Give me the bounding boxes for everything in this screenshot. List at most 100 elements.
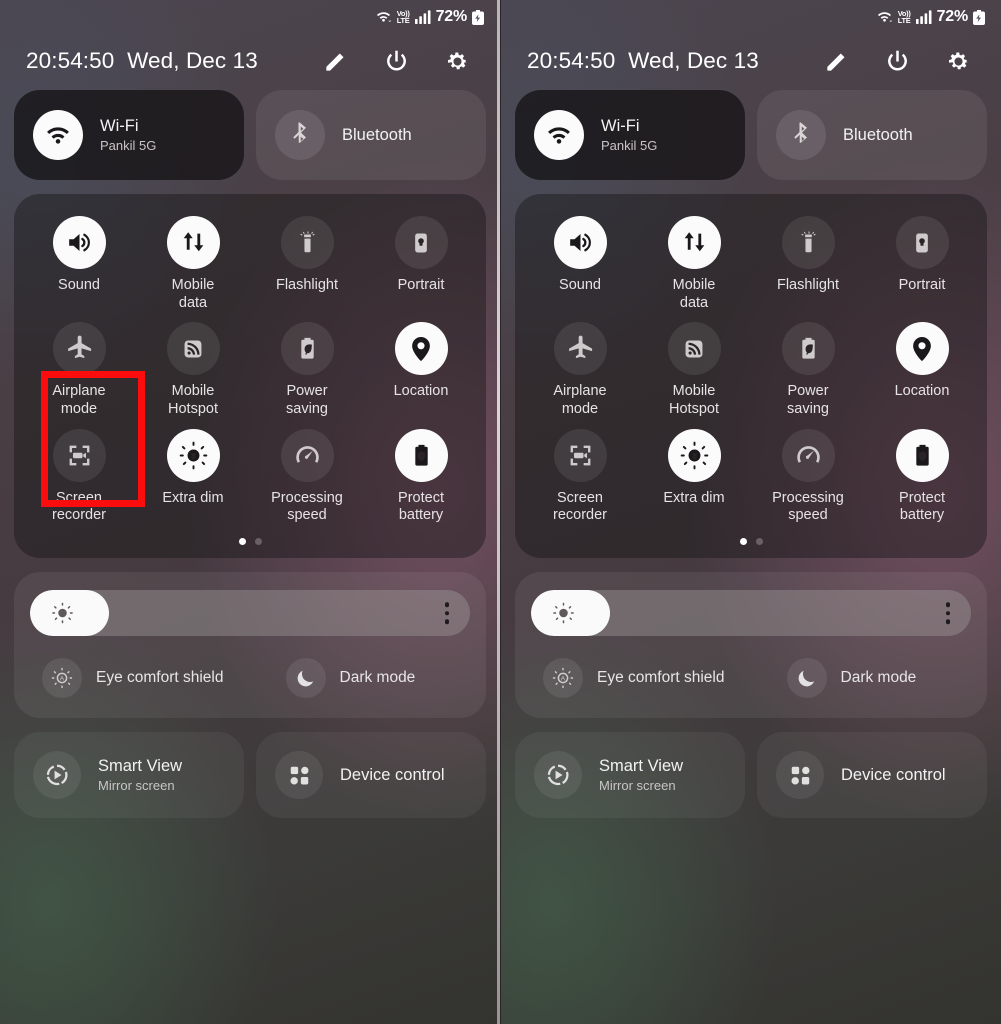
tile-extra-dim[interactable]: Extra dim: [136, 428, 250, 525]
tile-protect-battery-label: Protect battery: [899, 489, 945, 524]
tile-extra-dim[interactable]: Extra dim: [637, 428, 751, 525]
tile-power-saving[interactable]: Power saving: [751, 322, 865, 418]
hotspot-icon: [667, 322, 721, 376]
tile-sound[interactable]: Sound: [523, 216, 637, 312]
brightness-slider[interactable]: [531, 590, 971, 637]
tile-location-label: Location: [393, 383, 449, 400]
tile-sound[interactable]: Sound: [22, 216, 136, 312]
page-dot[interactable]: [238, 538, 246, 546]
wifi-icon: [33, 110, 83, 160]
tile-portrait-label: Portrait: [898, 277, 946, 293]
brightness-slider[interactable]: [30, 590, 470, 637]
mode-eye-comfort-shield[interactable]: A Eye comfort shield: [30, 658, 224, 699]
status-bar: Vo)) LTE 72%: [0, 0, 500, 34]
tile-device-control[interactable]: Device control: [256, 732, 486, 819]
pencil-icon[interactable]: [320, 46, 350, 76]
tile-wifi-title: Wi-Fi: [100, 117, 139, 135]
mode-dark-mode[interactable]: Dark mode: [285, 658, 415, 699]
airplane-icon: [52, 322, 106, 376]
tile-wifi[interactable]: Wi-Fi Pankil 5G: [515, 90, 745, 180]
power-icon[interactable]: [381, 46, 411, 76]
tile-mobile-data[interactable]: Mobile data: [136, 216, 250, 312]
battery-leaf-icon: [280, 322, 334, 376]
battery-leaf-icon: [781, 322, 835, 376]
flashlight-icon: [280, 216, 334, 269]
tile-bluetooth-text: Bluetooth: [843, 126, 913, 145]
tile-airplane-mode[interactable]: Airplane mode: [523, 322, 637, 418]
location-pin-icon: [394, 322, 448, 376]
quick-tiles-grid: Sound Mobile data Flashlight Portrait Airplan…: [523, 216, 979, 525]
tile-device-control[interactable]: Device control: [757, 732, 987, 819]
signal-bars-icon: [915, 10, 932, 24]
gear-icon[interactable]: [943, 46, 973, 76]
wifi-icon: [534, 110, 584, 160]
tile-device-control-title: Device control: [841, 765, 946, 784]
tile-mobile-hotspot-label: Mobile Hotspot: [168, 383, 218, 418]
connectivity-tiles: Wi-Fi Pankil 5G Bluetooth: [0, 90, 500, 180]
tile-wifi-title: Wi-Fi: [601, 117, 640, 135]
page-indicator: [22, 525, 478, 548]
airplane-icon: [553, 322, 607, 376]
tile-flashlight[interactable]: Flashlight: [751, 216, 865, 312]
tile-mobile-hotspot[interactable]: Mobile Hotspot: [637, 322, 751, 418]
tile-portrait[interactable]: Portrait: [865, 216, 979, 312]
tile-mobile-data-label: Mobile data: [171, 277, 215, 311]
volte-indicator: Vo)) LTE: [898, 9, 911, 25]
mode-dark-mode-label: Dark mode: [840, 669, 917, 687]
data-transfer-icon: [667, 216, 721, 269]
eye-comfort-icon: A: [543, 658, 583, 699]
tile-portrait-label: Portrait: [397, 277, 445, 293]
clock-datetime[interactable]: 20:54:50 Wed, Dec 13: [527, 48, 759, 74]
tile-airplane-mode-label: Airplane mode: [52, 383, 106, 418]
tile-bluetooth[interactable]: Bluetooth: [256, 90, 486, 180]
tile-extra-dim-label: Extra dim: [663, 489, 725, 506]
tile-processing-speed[interactable]: Processing speed: [250, 428, 364, 525]
tile-smart-view-subtitle: Mirror screen: [599, 778, 676, 794]
tile-protect-battery[interactable]: Protect battery: [364, 428, 478, 525]
tile-location[interactable]: Location: [364, 322, 478, 418]
tile-processing-speed[interactable]: Processing speed: [751, 428, 865, 525]
mode-eye-comfort-shield[interactable]: A Eye comfort shield: [531, 658, 725, 699]
tile-sound-label: Sound: [559, 277, 601, 293]
smart-view-icon: [534, 751, 582, 800]
tile-screen-recorder[interactable]: Screen recorder: [22, 428, 136, 525]
moon-icon: [285, 658, 326, 699]
tile-flashlight-label: Flashlight: [275, 277, 339, 293]
quick-tiles-card: Sound Mobile data Flashlight Portrait Airplan…: [515, 194, 987, 559]
clock-datetime[interactable]: 20:54:50 Wed, Dec 13: [26, 48, 258, 74]
three-dot-menu-icon[interactable]: [945, 602, 950, 624]
tile-bluetooth-title: Bluetooth: [843, 125, 913, 144]
volume-icon: [52, 216, 106, 269]
page-dot[interactable]: [739, 538, 747, 546]
tile-smart-view[interactable]: Smart View Mirror screen: [515, 732, 745, 819]
tile-flashlight-label: Flashlight: [776, 277, 840, 293]
tile-airplane-mode[interactable]: Airplane mode: [22, 322, 136, 418]
tile-location[interactable]: Location: [865, 322, 979, 418]
tile-smart-view[interactable]: Smart View Mirror screen: [14, 732, 244, 819]
tile-protect-battery[interactable]: Protect battery: [865, 428, 979, 525]
tile-bluetooth[interactable]: Bluetooth: [757, 90, 987, 180]
tile-portrait[interactable]: Portrait: [364, 216, 478, 312]
page-dot[interactable]: [254, 538, 262, 546]
page-indicator: [523, 525, 979, 548]
tile-mobile-data[interactable]: Mobile data: [637, 216, 751, 312]
tile-wifi[interactable]: Wi-Fi Pankil 5G: [14, 90, 244, 180]
page-dot[interactable]: [755, 538, 763, 546]
tile-device-control-title: Device control: [340, 765, 445, 784]
pencil-icon[interactable]: [821, 46, 851, 76]
tile-bluetooth-text: Bluetooth: [342, 126, 412, 145]
mode-dark-mode[interactable]: Dark mode: [786, 658, 917, 699]
tile-location-label: Location: [894, 383, 950, 400]
tile-device-control-text: Device control: [841, 766, 946, 785]
extra-dim-icon: [667, 428, 721, 482]
status-bar: Vo)) LTE 72%: [501, 0, 1001, 34]
tile-flashlight[interactable]: Flashlight: [250, 216, 364, 312]
power-icon[interactable]: [882, 46, 912, 76]
tile-power-saving[interactable]: Power saving: [250, 322, 364, 418]
gear-icon[interactable]: [442, 46, 472, 76]
tile-smart-view-title: Smart View: [599, 757, 684, 776]
tile-screen-recorder[interactable]: Screen recorder: [523, 428, 637, 525]
three-dot-menu-icon[interactable]: [444, 602, 449, 624]
volume-icon: [553, 216, 607, 269]
tile-mobile-hotspot[interactable]: Mobile Hotspot: [136, 322, 250, 418]
